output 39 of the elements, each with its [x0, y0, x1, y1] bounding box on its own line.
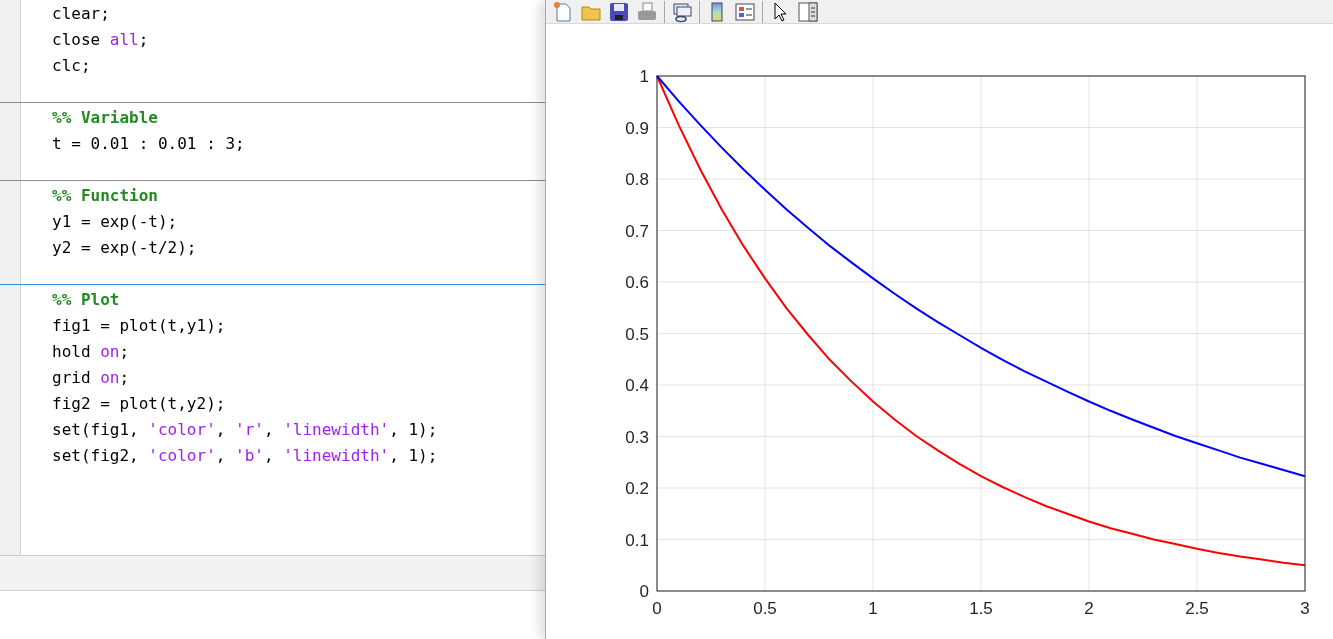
code-line: y1 = exp(-t);	[52, 211, 178, 233]
linked-windows-icon[interactable]	[671, 0, 693, 23]
code-line: set(fig2, 'color', 'b', 'linewidth', 1);	[52, 445, 438, 467]
code-line: %% Variable	[52, 107, 158, 129]
code-line: close all;	[52, 29, 149, 51]
y-tick-label: 0.3	[625, 427, 649, 447]
code-line: t = 0.01 : 0.01 : 3;	[52, 133, 245, 155]
code-line: y2 = exp(-t/2);	[52, 237, 197, 259]
x-tick-label: 0.5	[753, 599, 777, 618]
legend-icon[interactable]	[734, 0, 756, 23]
y-tick-label: 0.1	[625, 530, 649, 550]
code-line: hold on;	[52, 341, 130, 363]
y-tick-label: 0.4	[625, 376, 649, 395]
y-tick-label: 0.6	[625, 273, 649, 292]
new-file-icon[interactable]	[552, 0, 574, 23]
y-tick-label: 0	[639, 582, 649, 601]
code-line: set(fig1, 'color', 'r', 'linewidth', 1);	[52, 419, 438, 441]
y-tick-label: 0.2	[625, 479, 649, 498]
code-line: fig1 = plot(t,y1);	[52, 315, 226, 337]
x-tick-label: 0	[652, 599, 662, 618]
code-line: clear;	[52, 3, 110, 25]
x-tick-label: 1	[868, 599, 878, 618]
y-tick-label: 1	[639, 67, 649, 86]
code-line: %% Plot	[52, 289, 120, 311]
x-tick-label: 3	[1300, 599, 1310, 618]
y-tick-label: 0.8	[625, 170, 649, 189]
code-line: %% Function	[52, 185, 158, 207]
code-line: fig2 = plot(t,y2);	[52, 393, 226, 415]
x-tick-label: 2	[1084, 599, 1094, 618]
panel-icon[interactable]	[797, 0, 819, 23]
y-tick-label: 0.9	[625, 118, 649, 138]
y-tick-label: 0.7	[625, 221, 649, 241]
code-line: grid on;	[52, 367, 130, 389]
x-tick-label: 1.5	[969, 599, 993, 618]
x-tick-label: 2.5	[1185, 599, 1209, 618]
code-line: clc;	[52, 55, 91, 77]
save-icon[interactable]	[608, 0, 630, 23]
printer-icon[interactable]	[636, 0, 658, 23]
y-tick-label: 0.5	[625, 324, 649, 344]
